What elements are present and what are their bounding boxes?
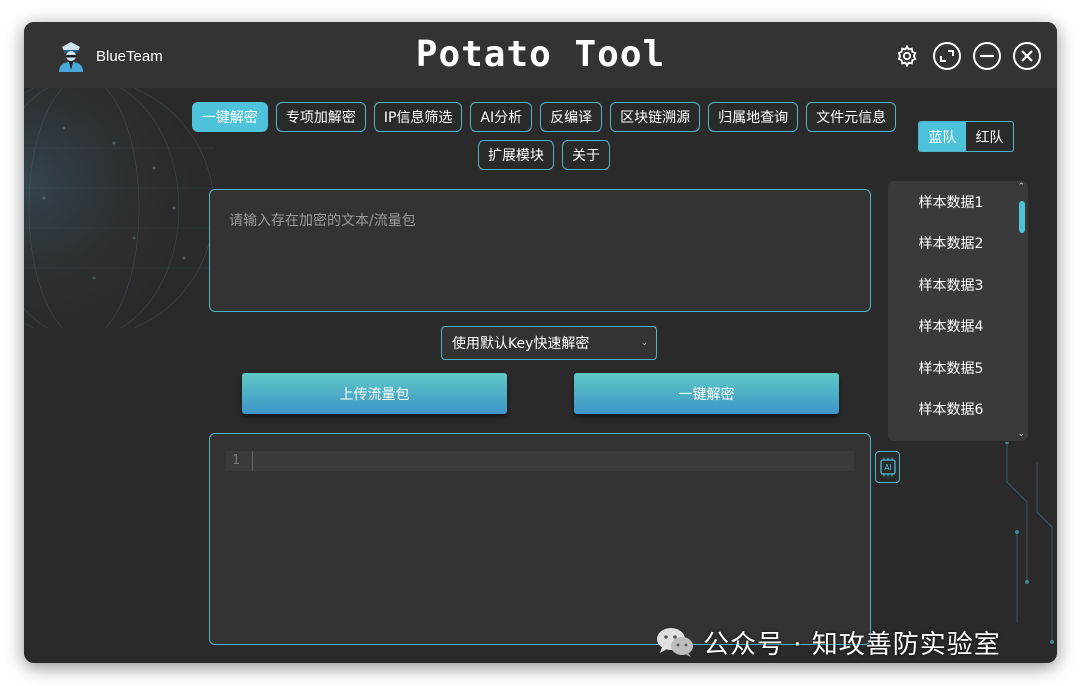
key-mode-value: 使用默认Key快速解密: [452, 336, 590, 352]
key-mode-select[interactable]: 使用默认Key快速解密 ⌄: [441, 326, 657, 360]
ai-chip-icon: AI: [879, 457, 896, 477]
editor-current-line: 1: [226, 451, 854, 471]
output-editor[interactable]: 1: [209, 433, 871, 645]
tab-file-metadata[interactable]: 文件元信息: [806, 102, 897, 132]
tab-blockchain-trace[interactable]: 区块链溯源: [610, 102, 701, 132]
gear-icon: [897, 44, 917, 68]
sample-item[interactable]: 样本数据4: [888, 306, 1028, 348]
expand-icon: [933, 42, 961, 70]
ai-analyze-button[interactable]: AI: [875, 451, 900, 483]
upload-pcap-button[interactable]: 上传流量包: [242, 373, 507, 414]
red-team-option[interactable]: 红队: [966, 122, 1013, 151]
encrypted-text-input[interactable]: 请输入存在加密的文本/流量包: [209, 189, 871, 312]
wechat-icon: [657, 628, 693, 657]
chevron-down-icon: ⌄: [640, 338, 648, 348]
minimize-icon: [973, 42, 1001, 70]
settings-button[interactable]: [891, 40, 923, 72]
nav-row-2: 扩展模块 关于: [184, 140, 904, 170]
tab-special-crypto[interactable]: 专项加解密: [275, 102, 366, 132]
gutter-divider: [252, 451, 253, 471]
title-bar: BlueTeam Potato Tool: [24, 22, 1057, 88]
scroll-down-icon[interactable]: ⌄: [1017, 430, 1025, 439]
sample-list-scrollbar[interactable]: [1018, 191, 1026, 431]
line-number: 1: [232, 453, 240, 468]
tab-location-lookup[interactable]: 归属地查询: [708, 102, 799, 132]
tab-about[interactable]: 关于: [562, 140, 610, 170]
maximize-button[interactable]: [931, 40, 963, 72]
tab-ip-filter[interactable]: IP信息筛选: [373, 102, 463, 132]
sample-items: 样本数据1 样本数据2 样本数据3 样本数据4 样本数据5 样本数据6: [888, 181, 1028, 430]
circuit-decoration: [1005, 442, 1054, 644]
sample-item[interactable]: 样本数据5: [888, 347, 1028, 389]
sample-data-list: 样本数据1 样本数据2 样本数据3 样本数据4 样本数据5 样本数据6 ⌃ ⌄: [888, 181, 1028, 441]
app-window: BlueTeam Potato Tool 一键解密 专项加解密 IP信息筛选 A…: [24, 22, 1057, 663]
sample-item[interactable]: 样本数据1: [888, 181, 1028, 223]
team-toggle: 蓝队 红队: [918, 121, 1014, 152]
window-controls: [891, 40, 1043, 72]
nav-row-1: 一键解密 专项加解密 IP信息筛选 AI分析 反编译 区块链溯源 归属地查询 文…: [184, 102, 904, 132]
sample-item[interactable]: 样本数据3: [888, 264, 1028, 306]
scrollbar-thumb[interactable]: [1019, 201, 1025, 233]
sample-item[interactable]: 样本数据2: [888, 223, 1028, 265]
tab-ai-analysis[interactable]: AI分析: [470, 102, 533, 132]
close-button[interactable]: [1011, 40, 1043, 72]
blue-team-option[interactable]: 蓝队: [919, 122, 966, 151]
watermark-text: 公众号 · 知攻善防实验室: [703, 629, 1001, 660]
scroll-up-icon[interactable]: ⌃: [1017, 183, 1025, 192]
close-icon: [1013, 42, 1041, 70]
tab-one-click-decrypt[interactable]: 一键解密: [191, 102, 268, 132]
decrypt-button[interactable]: 一键解密: [574, 373, 839, 414]
ai-label: AI: [884, 463, 891, 472]
tab-extensions[interactable]: 扩展模块: [478, 140, 554, 170]
watermark: 公众号 · 知攻善防实验室: [655, 624, 1001, 660]
minimize-button[interactable]: [971, 40, 1003, 72]
sample-item[interactable]: 样本数据6: [888, 389, 1028, 431]
input-placeholder: 请输入存在加密的文本/流量包: [229, 213, 416, 229]
tab-decompile[interactable]: 反编译: [540, 102, 603, 132]
main-nav: 一键解密 专项加解密 IP信息筛选 AI分析 反编译 区块链溯源 归属地查询 文…: [184, 102, 904, 178]
